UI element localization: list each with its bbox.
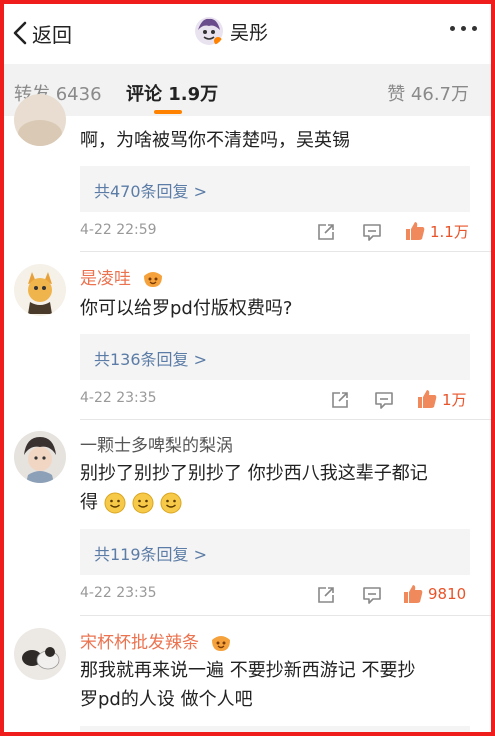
comment-text: 别抄了别抄了别抄了 你抄西八我这辈子都记 得 xyxy=(80,459,480,517)
title-area[interactable]: 吴彤 xyxy=(194,16,268,46)
back-button[interactable]: 返回 xyxy=(12,18,72,48)
comment-text-line-2: 得 xyxy=(80,488,480,517)
back-label: 返回 xyxy=(32,22,72,47)
comment-time: 4-22 23:35 xyxy=(80,390,157,406)
replies-label: 共470条回复 > xyxy=(94,182,208,201)
comment-text: 那我就再来说一遍 不要抄新西游记 不要抄 罗pd的人设 做个人吧 xyxy=(80,656,480,714)
replies-link[interactable] xyxy=(80,726,470,732)
like-count: 1.1万 xyxy=(430,222,469,241)
top-bar: 返回 吴彤 xyxy=(4,4,491,62)
comment-text-line-1: 那我就再来说一遍 不要抄新西游记 不要抄 xyxy=(80,660,416,681)
smile-emoji-icon xyxy=(104,492,126,514)
like-icon xyxy=(406,222,425,240)
comment-divider xyxy=(80,615,491,616)
comment-divider xyxy=(80,251,491,252)
like-icon xyxy=(418,390,437,408)
replies-label: 共119条回复 > xyxy=(94,545,208,564)
page-title: 吴彤 xyxy=(230,21,269,44)
smile-emoji-icon xyxy=(132,492,154,514)
comment-meta: 4-22 23:35 1万 xyxy=(80,390,472,410)
commenter-name[interactable]: 是凌哇 xyxy=(80,264,164,289)
comment-time: 4-22 23:35 xyxy=(80,585,157,601)
comment-text: 你可以给罗pd付版权费吗? xyxy=(80,298,293,319)
replies-link[interactable]: 共470条回复 > xyxy=(80,166,470,212)
commenter-avatar[interactable] xyxy=(14,431,66,483)
commenter-avatar[interactable] xyxy=(14,628,66,680)
like-button[interactable]: 1.1万 xyxy=(404,220,469,242)
commenter-name[interactable]: 一颗士多啤梨的梨涡 xyxy=(80,431,233,456)
share-icon[interactable] xyxy=(316,585,336,605)
screen-frame: 返回 吴彤 转发 6436 评论 1.9万 赞 46.7万 啊，为啥被骂你不清楚… xyxy=(0,0,495,736)
smile-emoji-icon xyxy=(160,492,182,514)
tab-bar: 转发 6436 评论 1.9万 赞 46.7万 xyxy=(4,64,491,116)
comment-text-line-2-text: 得 xyxy=(80,492,98,513)
comment-icon[interactable] xyxy=(362,222,382,242)
replies-label: 共136条回复 > xyxy=(94,350,208,369)
comment-icon[interactable] xyxy=(362,585,382,605)
comment-text-line-1: 别抄了别抄了别抄了 你抄西八我这辈子都记 xyxy=(80,463,428,484)
share-icon[interactable] xyxy=(316,222,336,242)
replies-link[interactable]: 共136条回复 > xyxy=(80,334,470,380)
replies-link[interactable]: 共119条回复 > xyxy=(80,529,470,575)
comment-text: 啊，为啥被骂你不清楚吗，吴英锡 xyxy=(80,130,350,151)
like-count: 1万 xyxy=(442,390,467,409)
comment-icon[interactable] xyxy=(374,390,394,410)
username-text: 宋杯杯批发辣条 xyxy=(80,633,199,653)
tab-like[interactable]: 赞 46.7万 xyxy=(387,80,469,106)
like-count: 9810 xyxy=(428,585,467,603)
commenter-name[interactable]: 宋杯杯批发辣条 xyxy=(80,628,232,653)
comment-divider xyxy=(80,419,491,420)
comment-text-line-2: 罗pd的人设 做个人吧 xyxy=(80,689,253,710)
comment-time: 4-22 22:59 xyxy=(80,222,157,238)
comment-meta: 4-22 23:35 9810 xyxy=(80,585,472,605)
share-icon[interactable] xyxy=(330,390,350,410)
more-icon[interactable] xyxy=(450,26,477,31)
user-avatar xyxy=(195,17,223,45)
comment-meta: 4-22 22:59 1.1万 xyxy=(80,222,472,242)
vip-icon xyxy=(144,272,163,287)
active-tab-indicator xyxy=(154,110,182,114)
username-text: 是凌哇 xyxy=(80,269,131,289)
like-button[interactable]: 1万 xyxy=(416,388,467,410)
vip-icon xyxy=(212,636,231,651)
like-icon xyxy=(404,585,423,603)
commenter-avatar[interactable] xyxy=(14,94,66,146)
back-chevron-icon xyxy=(13,21,27,45)
like-button[interactable]: 9810 xyxy=(402,583,466,605)
commenter-avatar[interactable] xyxy=(14,264,66,316)
